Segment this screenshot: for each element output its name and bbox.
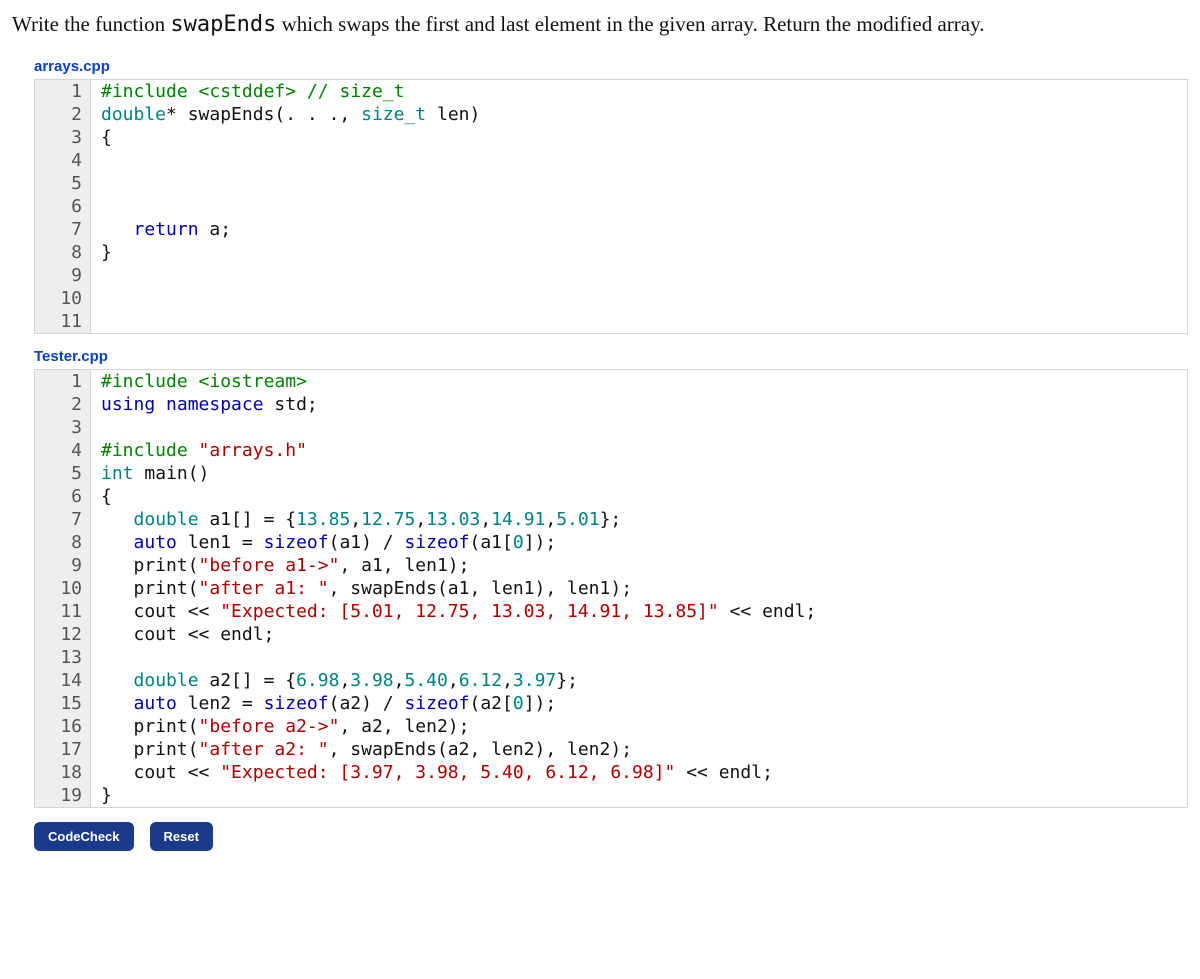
code-line[interactable] <box>91 310 1187 333</box>
codecheck-button[interactable]: CodeCheck <box>34 822 134 851</box>
line-number: 15 <box>35 692 91 715</box>
line-number: 19 <box>35 784 91 807</box>
line-number: 7 <box>35 218 91 241</box>
code-line: cout << "Expected: [5.01, 12.75, 13.03, … <box>91 600 1187 623</box>
line-number: 14 <box>35 669 91 692</box>
prompt-pre: Write the function <box>12 12 170 36</box>
line-number: 11 <box>35 310 91 333</box>
code-line: double a2[] = {6.98,3.98,5.40,6.12,3.97}… <box>91 669 1187 692</box>
line-number: 6 <box>35 485 91 508</box>
code-line[interactable]: } <box>91 241 1187 264</box>
code-line: auto len2 = sizeof(a2) / sizeof(a2[0]); <box>91 692 1187 715</box>
line-number: 8 <box>35 241 91 264</box>
line-number: 5 <box>35 462 91 485</box>
code-line[interactable]: #include <cstddef> // size_t <box>91 80 1187 103</box>
filename-tester: Tester.cpp <box>34 348 1188 365</box>
code-line[interactable]: double* swapEnds(. . ., size_t len) <box>91 103 1187 126</box>
line-number: 3 <box>35 126 91 149</box>
code-line[interactable] <box>91 264 1187 287</box>
line-number: 5 <box>35 172 91 195</box>
line-number: 2 <box>35 103 91 126</box>
filename-arrays: arrays.cpp <box>34 58 1188 75</box>
line-number: 10 <box>35 577 91 600</box>
code-line: int main() <box>91 462 1187 485</box>
code-line: { <box>91 485 1187 508</box>
line-number: 1 <box>35 370 91 393</box>
line-number: 6 <box>35 195 91 218</box>
line-number: 9 <box>35 554 91 577</box>
code-line: #include <iostream> <box>91 370 1187 393</box>
line-number: 10 <box>35 287 91 310</box>
code-line[interactable] <box>91 195 1187 218</box>
line-number: 4 <box>35 149 91 172</box>
line-number: 4 <box>35 439 91 462</box>
line-number: 17 <box>35 738 91 761</box>
code-line: cout << "Expected: [3.97, 3.98, 5.40, 6.… <box>91 761 1187 784</box>
code-line: double a1[] = {13.85,12.75,13.03,14.91,5… <box>91 508 1187 531</box>
code-line: cout << endl; <box>91 623 1187 646</box>
line-number: 9 <box>35 264 91 287</box>
code-line[interactable] <box>91 172 1187 195</box>
button-row: CodeCheck Reset <box>34 822 1188 851</box>
code-line: auto len1 = sizeof(a1) / sizeof(a1[0]); <box>91 531 1187 554</box>
line-number: 8 <box>35 531 91 554</box>
code-viewer-tester: 1#include <iostream> 2using namespace st… <box>34 369 1188 808</box>
line-number: 12 <box>35 623 91 646</box>
code-line[interactable] <box>91 149 1187 172</box>
line-number: 18 <box>35 761 91 784</box>
code-line: } <box>91 784 1187 807</box>
code-line <box>91 646 1187 669</box>
code-line[interactable]: return a; <box>91 218 1187 241</box>
line-number: 3 <box>35 416 91 439</box>
line-number: 2 <box>35 393 91 416</box>
code-line: #include "arrays.h" <box>91 439 1187 462</box>
line-number: 1 <box>35 80 91 103</box>
code-line[interactable] <box>91 287 1187 310</box>
code-line: using namespace std; <box>91 393 1187 416</box>
line-number: 13 <box>35 646 91 669</box>
code-line: print("before a2->", a2, len2); <box>91 715 1187 738</box>
code-line <box>91 416 1187 439</box>
code-line[interactable]: { <box>91 126 1187 149</box>
code-line: print("after a1: ", swapEnds(a1, len1), … <box>91 577 1187 600</box>
reset-button[interactable]: Reset <box>150 822 213 851</box>
code-line: print("after a2: ", swapEnds(a2, len2), … <box>91 738 1187 761</box>
line-number: 16 <box>35 715 91 738</box>
problem-prompt: Write the function swapEnds which swaps … <box>12 10 1188 40</box>
line-number: 11 <box>35 600 91 623</box>
prompt-post: which swaps the first and last element i… <box>276 12 984 36</box>
line-number: 7 <box>35 508 91 531</box>
code-line: print("before a1->", a1, len1); <box>91 554 1187 577</box>
prompt-fn: swapEnds <box>170 12 276 37</box>
code-editor-arrays[interactable]: 1#include <cstddef> // size_t 2double* s… <box>34 79 1188 334</box>
